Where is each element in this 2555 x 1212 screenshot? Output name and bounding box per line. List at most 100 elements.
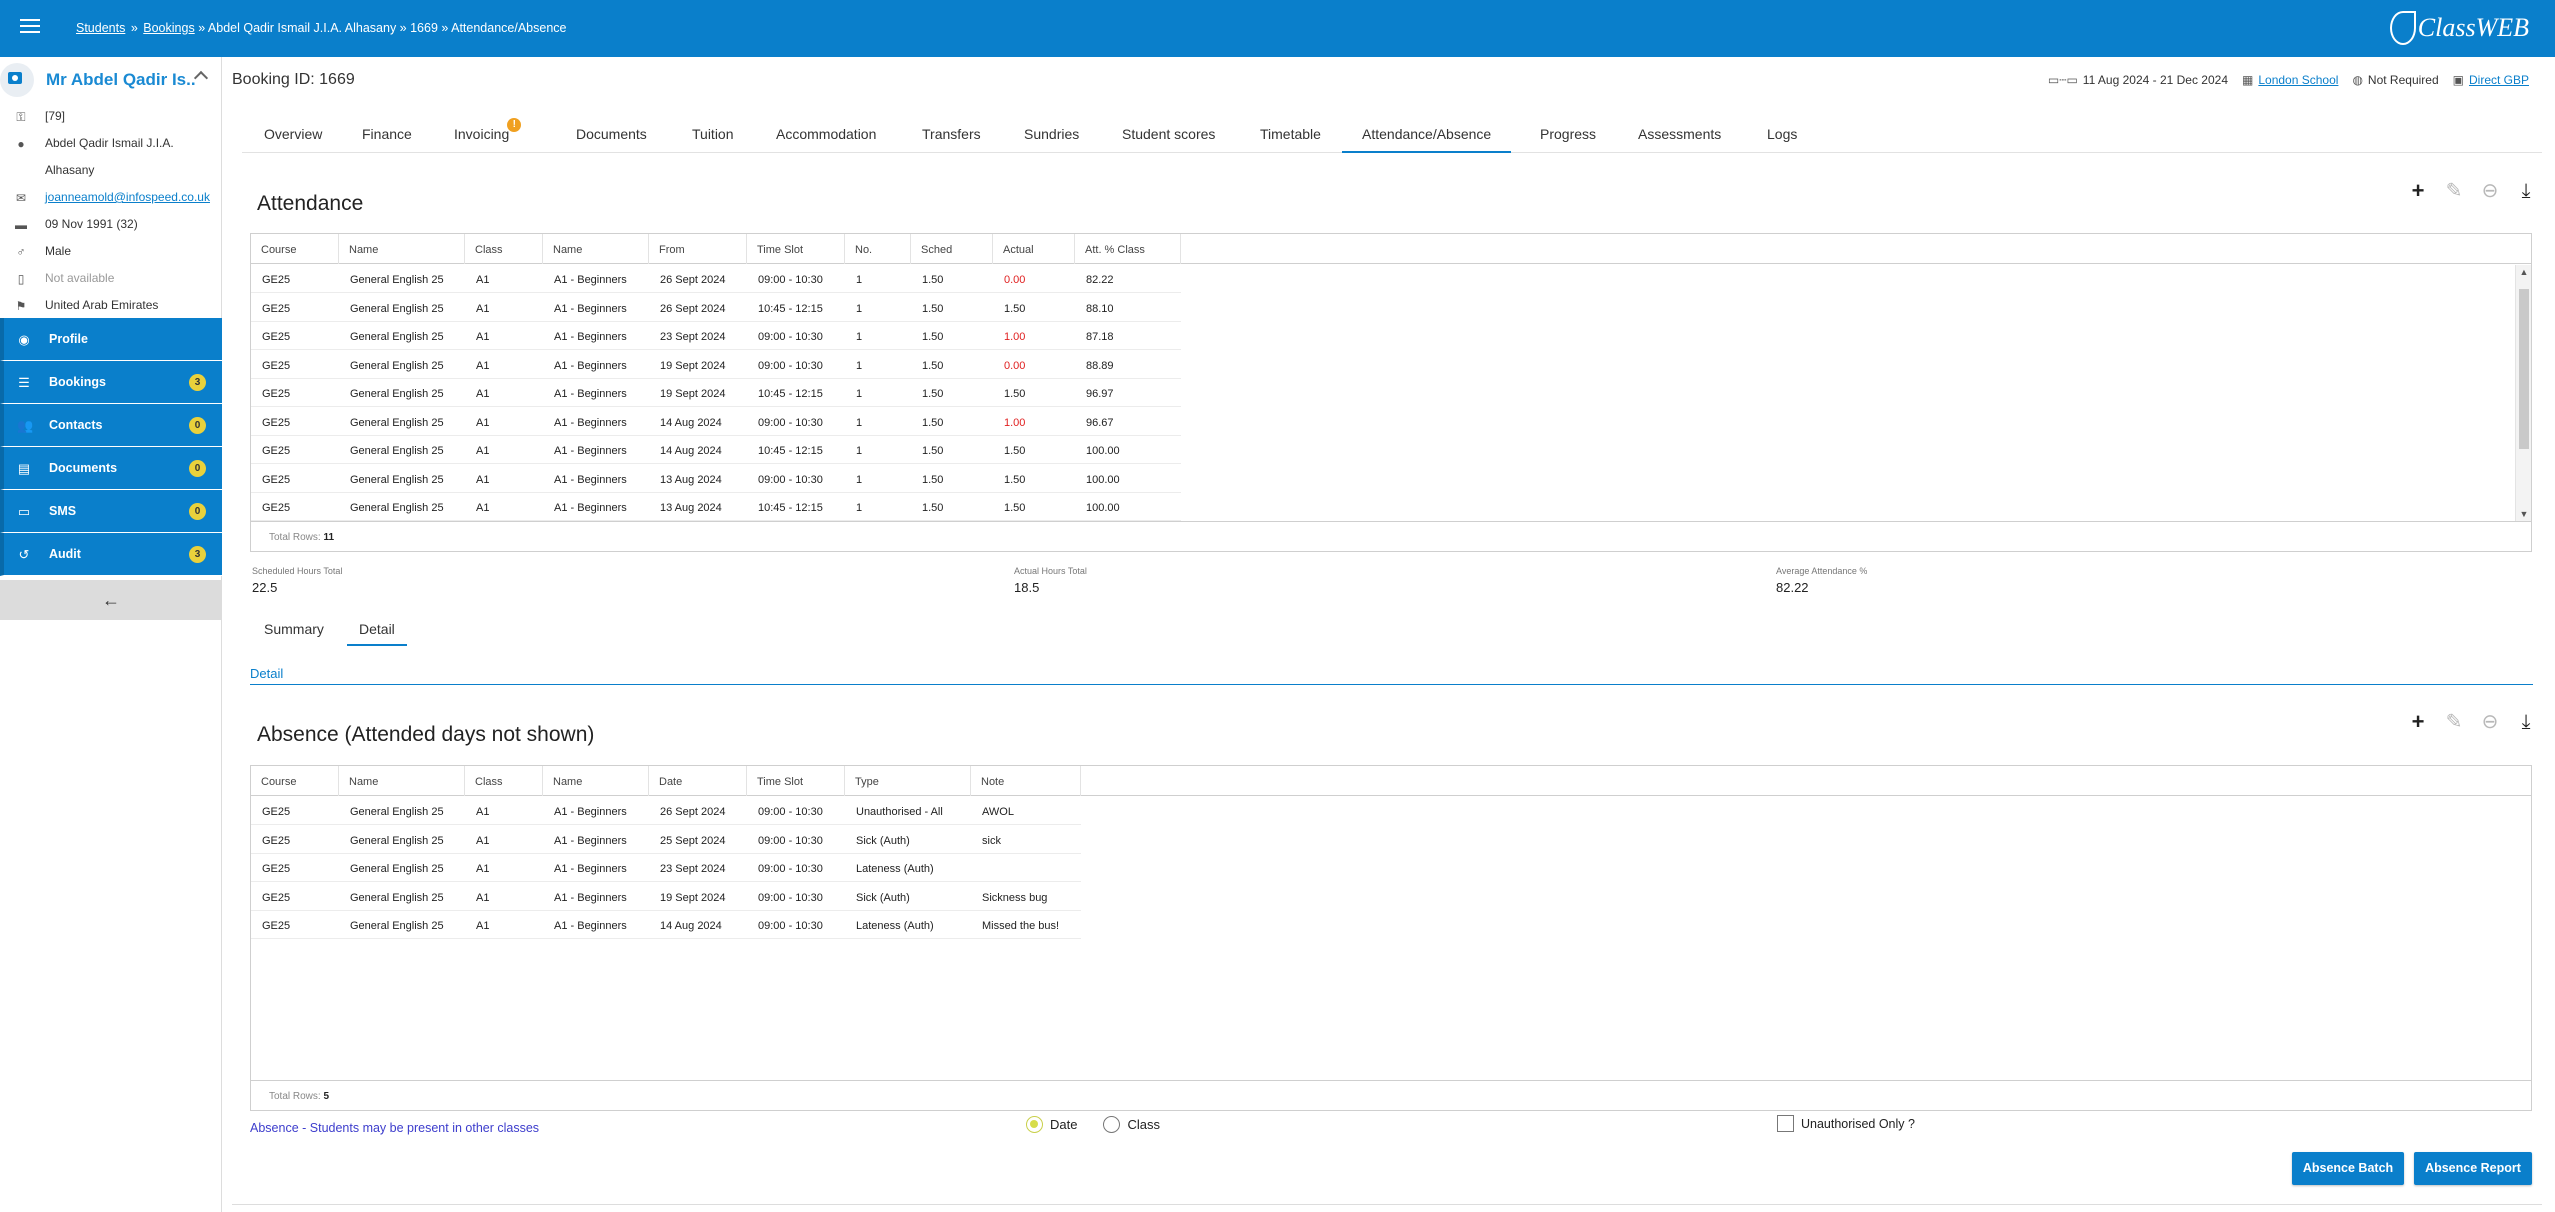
column-header[interactable]: Name <box>543 766 649 796</box>
column-header[interactable]: Sched <box>911 234 993 264</box>
table-row[interactable]: GE25 General English 25 A1 A1 - Beginners 14… <box>251 911 1081 939</box>
tab-progress[interactable]: Progress <box>1540 117 1596 153</box>
sidebar-item-sms[interactable]: ▭ SMS 0 <box>0 490 222 533</box>
table-row[interactable]: GE25 General English 25 A1 A1 - Beginners 14… <box>251 436 1181 464</box>
app-logo: ClassWEB <box>2389 8 2529 48</box>
radio-button-class[interactable] <box>1103 1116 1121 1133</box>
column-header[interactable]: Name <box>339 766 465 796</box>
table-row[interactable]: GE25 General English 25 A1 A1 - Beginners 13… <box>251 465 1181 493</box>
checkbox-label: Unauthorised Only ? <box>1801 1116 1915 1131</box>
sidebar-item-profile[interactable]: ◉ Profile <box>0 318 222 361</box>
column-header[interactable]: Class <box>465 766 543 796</box>
table-row[interactable]: GE25 General English 25 A1 A1 - Beginners 25… <box>251 826 1081 854</box>
tab-student-scores[interactable]: Student scores <box>1122 117 1215 153</box>
table-cell: A1 - Beginners <box>554 502 627 514</box>
scroll-down-icon[interactable]: ▼ <box>2519 509 2529 519</box>
tab-attendance-absence[interactable]: Attendance/Absence <box>1342 117 1512 153</box>
table-cell: 1.50 <box>922 473 944 486</box>
tab-summary[interactable]: Summary <box>252 621 336 644</box>
school-link[interactable]: London School <box>2258 73 2338 87</box>
column-header[interactable]: Date <box>649 766 747 796</box>
table-row[interactable]: GE25 General English 25 A1 A1 - Beginners 23… <box>251 854 1081 882</box>
radio-class[interactable]: Class <box>1103 1116 1160 1133</box>
radio-date[interactable]: Date <box>1026 1116 1077 1133</box>
add-icon[interactable]: + <box>2409 711 2427 733</box>
table-row[interactable]: GE25 General English 25 A1 A1 - Beginners 13… <box>251 493 1181 521</box>
sidebar-item-contacts[interactable]: 👥 Contacts 0 <box>0 404 222 447</box>
table-cell: 13 Aug 2024 <box>660 502 722 514</box>
tab-logs[interactable]: Logs <box>1767 117 1797 153</box>
tab-overview[interactable]: Overview <box>264 117 322 153</box>
column-header[interactable]: Time Slot <box>747 766 845 796</box>
edit-icon[interactable]: ✎ <box>2445 181 2463 201</box>
column-header[interactable]: Att. % Class <box>1075 234 1181 264</box>
tab-tuition[interactable]: Tuition <box>692 117 734 153</box>
table-cell: 26 Sept 2024 <box>660 274 726 286</box>
table-row[interactable]: GE25 General English 25 A1 A1 - Beginners 26… <box>251 265 1181 293</box>
table-cell: General English 25 <box>350 863 444 875</box>
sidebar-item-bookings[interactable]: ☰ Bookings 3 <box>0 361 222 404</box>
scrollbar-thumb[interactable] <box>2519 289 2529 449</box>
booking-tabs: Overview Finance Invoicing! Documents Tu… <box>242 117 2542 153</box>
detail-panel-title[interactable]: Detail <box>250 666 283 681</box>
column-header[interactable]: Name <box>339 234 465 264</box>
scroll-up-icon[interactable]: ▲ <box>2519 267 2529 277</box>
tab-documents[interactable]: Documents <box>576 117 647 153</box>
avatar[interactable] <box>0 63 34 97</box>
table-cell: 14 Aug 2024 <box>660 920 722 932</box>
chevron-up-icon[interactable] <box>193 70 209 86</box>
tab-assessments[interactable]: Assessments <box>1638 117 1721 153</box>
table-cell: 1.00 <box>1004 331 1026 343</box>
add-icon[interactable]: + <box>2409 180 2427 202</box>
table-row[interactable]: GE25 General English 25 A1 A1 - Beginners 19… <box>251 379 1181 407</box>
column-header[interactable]: No. <box>845 234 911 264</box>
menu-icon[interactable] <box>20 19 40 35</box>
download-icon[interactable]: ⤓ <box>2517 181 2535 201</box>
tab-detail[interactable]: Detail <box>347 621 407 646</box>
table-cell: 1 <box>856 359 863 372</box>
absence-batch-button[interactable]: Absence Batch <box>2292 1152 2404 1185</box>
edit-icon[interactable]: ✎ <box>2445 712 2463 732</box>
list-icon: ☰ <box>18 375 30 390</box>
info-row-email: ✉ joanneamold@infospeed.co.uk <box>0 184 222 211</box>
tab-accommodation[interactable]: Accommodation <box>776 117 876 153</box>
table-row[interactable]: GE25 General English 25 A1 A1 - Beginners 19… <box>251 883 1081 911</box>
column-header[interactable]: Course <box>251 766 339 796</box>
column-header[interactable]: Type <box>845 766 971 796</box>
tab-sundries[interactable]: Sundries <box>1024 117 1079 153</box>
tab-transfers[interactable]: Transfers <box>922 117 981 153</box>
table-row[interactable]: GE25 General English 25 A1 A1 - Beginners 14… <box>251 408 1181 436</box>
checkbox-box[interactable] <box>1777 1115 1794 1132</box>
table-cell: A1 <box>476 359 490 372</box>
tab-invoicing[interactable]: Invoicing! <box>454 117 522 153</box>
briefcase-icon: ▣ <box>2452 73 2464 87</box>
tab-finance[interactable]: Finance <box>362 117 412 153</box>
column-header[interactable]: Name <box>543 234 649 264</box>
remove-icon[interactable]: ⊖ <box>2481 181 2499 201</box>
remove-icon[interactable]: ⊖ <box>2481 712 2499 732</box>
column-header[interactable]: Class <box>465 234 543 264</box>
table-row[interactable]: GE25 General English 25 A1 A1 - Beginners 23… <box>251 322 1181 350</box>
column-header[interactable]: Actual <box>993 234 1075 264</box>
radio-button-date[interactable] <box>1026 1116 1043 1133</box>
absence-report-button[interactable]: Absence Report <box>2414 1152 2532 1185</box>
column-header[interactable]: Time Slot <box>747 234 845 264</box>
student-email-link[interactable]: joanneamold@infospeed.co.uk <box>45 190 210 204</box>
breadcrumb-bookings-link[interactable]: Bookings <box>143 21 194 35</box>
table-row[interactable]: GE25 General English 25 A1 A1 - Beginners 26… <box>251 797 1081 825</box>
sidebar-item-audit[interactable]: ↺ Audit 3 <box>0 533 222 576</box>
breadcrumb-students-link[interactable]: Students <box>76 21 125 35</box>
sidebar-item-label: Contacts <box>49 418 103 432</box>
agent-link[interactable]: Direct GBP <box>2469 73 2529 87</box>
column-header[interactable]: From <box>649 234 747 264</box>
table-row[interactable]: GE25 General English 25 A1 A1 - Beginners 26… <box>251 294 1181 322</box>
collapse-sidebar-button[interactable]: ← <box>0 580 222 620</box>
table-row[interactable]: GE25 General English 25 A1 A1 - Beginners 19… <box>251 351 1181 379</box>
attendance-scrollbar[interactable]: ▲ ▼ <box>2515 265 2531 521</box>
unauthorised-only-checkbox[interactable]: Unauthorised Only ? <box>1777 1115 1915 1132</box>
tab-timetable[interactable]: Timetable <box>1260 117 1321 153</box>
sidebar-item-documents[interactable]: ▤ Documents 0 <box>0 447 222 490</box>
column-header[interactable]: Note <box>971 766 1081 796</box>
download-icon[interactable]: ⤓ <box>2517 712 2535 732</box>
column-header[interactable]: Course <box>251 234 339 264</box>
